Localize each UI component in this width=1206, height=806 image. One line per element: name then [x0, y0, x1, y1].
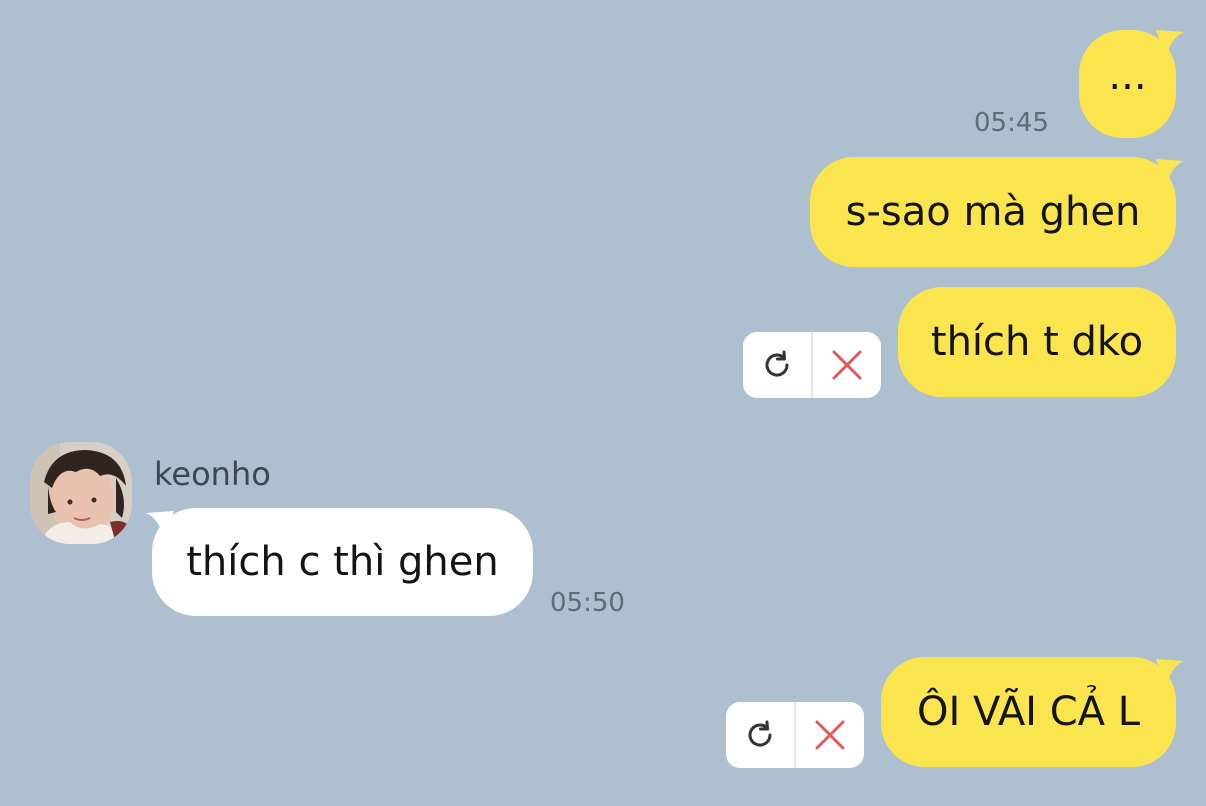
incoming-message-bubble[interactable]: thích c thì ghen [152, 508, 533, 616]
close-icon [815, 720, 845, 750]
avatar-image [30, 442, 132, 544]
close-icon [832, 350, 862, 380]
bubble-tail [1156, 659, 1184, 689]
outgoing-message-bubble[interactable]: ÔI VÃI CẢ L [881, 657, 1176, 767]
outgoing-message-bubble[interactable]: thích t dko [898, 287, 1176, 397]
avatar[interactable] [30, 442, 132, 544]
refresh-icon [748, 720, 772, 747]
message-timestamp: 05:50 [550, 588, 625, 618]
resend-button[interactable] [726, 702, 796, 768]
sender-name: keonho [154, 455, 271, 493]
delete-failed-message-button[interactable] [796, 702, 864, 768]
refresh-icon [765, 350, 789, 377]
bubble-tail [1156, 30, 1184, 60]
message-text: thích c thì ghen [186, 539, 499, 585]
failed-send-actions [743, 332, 881, 398]
delete-failed-message-button[interactable] [813, 332, 881, 398]
bubble-tail [1156, 159, 1184, 189]
resend-button[interactable] [743, 332, 813, 398]
message-timestamp: 05:45 [974, 108, 1049, 138]
message-text: s-sao mà ghen [845, 189, 1141, 235]
message-text: ÔI VÃI CẢ L [917, 689, 1140, 735]
message-text: thích t dko [930, 319, 1144, 365]
message-text: ... [1108, 53, 1147, 99]
failed-send-actions [726, 702, 864, 768]
outgoing-message-bubble[interactable]: s-sao mà ghen [810, 157, 1176, 267]
